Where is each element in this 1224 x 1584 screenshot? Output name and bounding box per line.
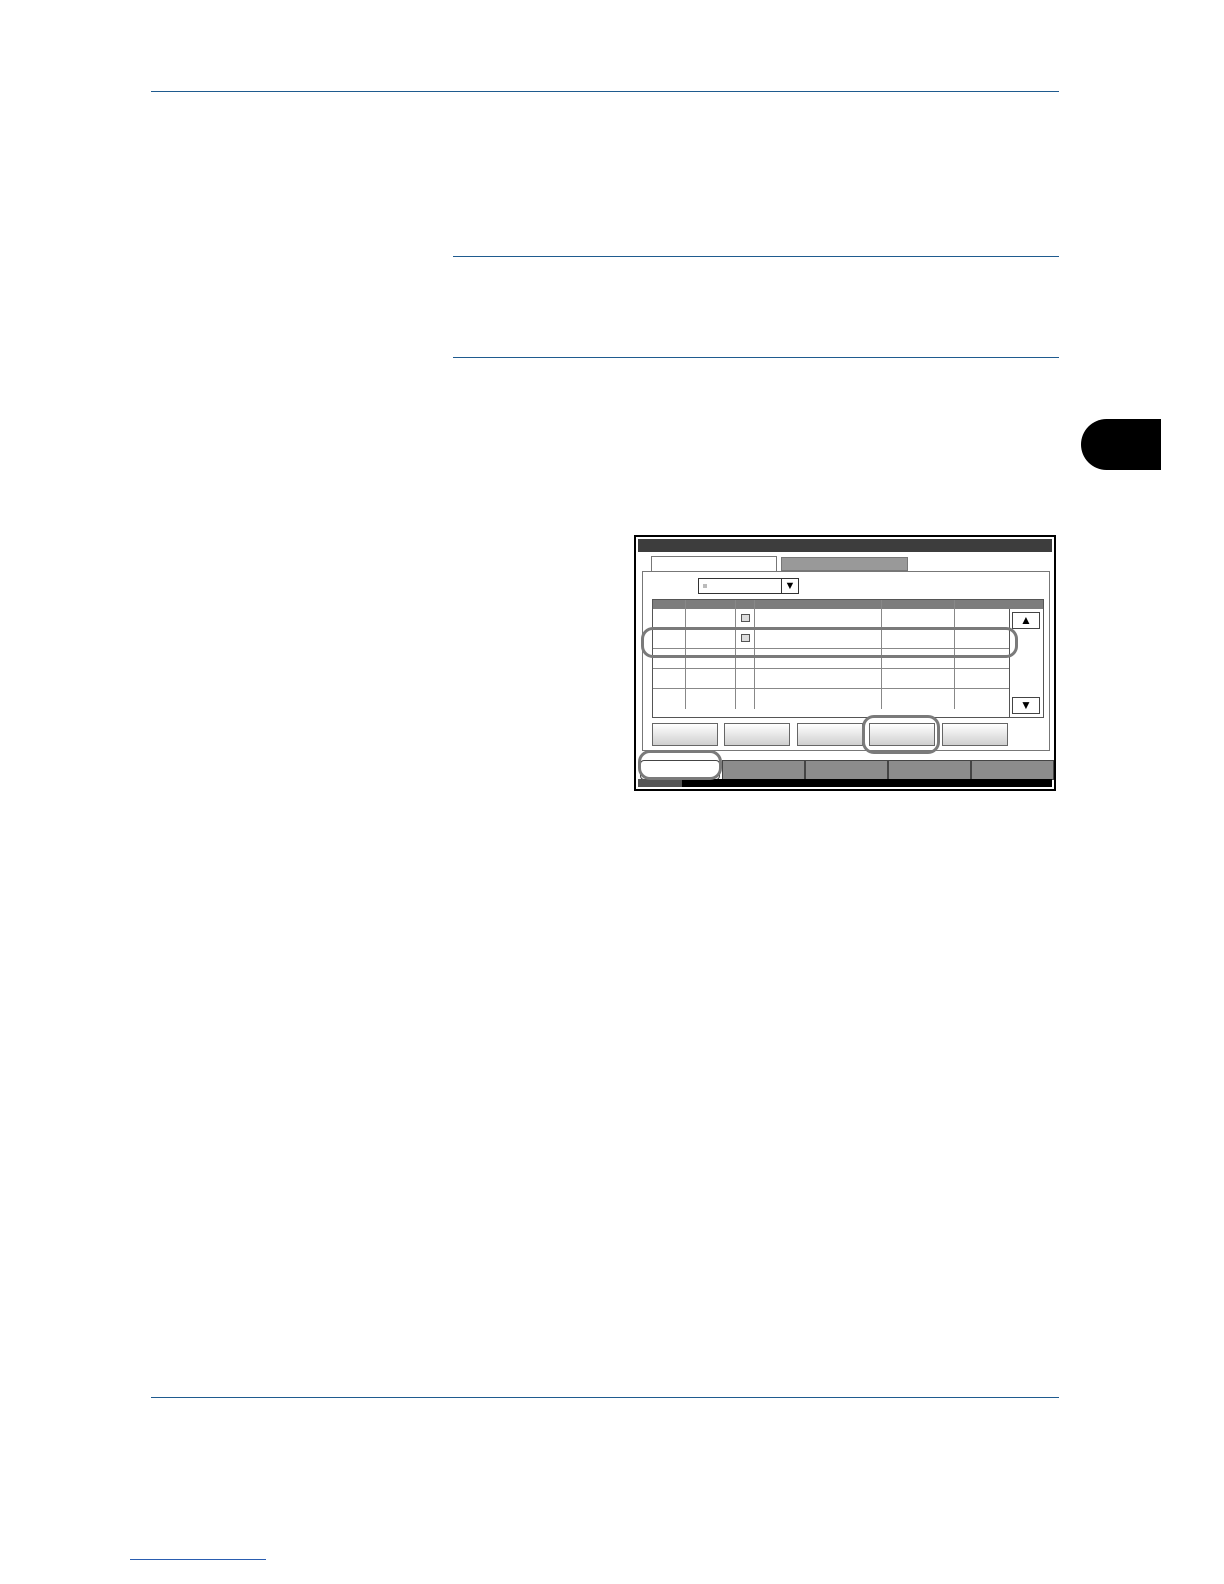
table-row[interactable] — [653, 609, 1010, 629]
bottom-tab-5[interactable] — [971, 760, 1054, 780]
action-button-2[interactable] — [724, 723, 790, 746]
operation-panel-screenshot: ▼ ▲ ▼ — [634, 535, 1056, 791]
table-scrollbar[interactable]: ▲ ▼ — [1009, 609, 1043, 717]
tab-status-active[interactable] — [651, 556, 777, 572]
highlight-action-button — [862, 715, 940, 754]
action-button-3[interactable] — [797, 723, 863, 746]
job-type-dropdown[interactable]: ▼ — [698, 578, 799, 594]
dropdown-bullet-icon — [703, 584, 707, 588]
table-row[interactable] — [653, 669, 1010, 689]
header-rule — [151, 91, 1059, 92]
note-top-rule — [453, 256, 1059, 257]
panel-title-bar — [638, 539, 1052, 552]
highlight-selected-row — [641, 627, 1018, 658]
job-table: ▲ ▼ — [652, 599, 1044, 718]
footer-link-underline[interactable] — [130, 1559, 266, 1560]
action-button-5[interactable] — [942, 723, 1008, 746]
footer-rule — [151, 1397, 1059, 1398]
scroll-up-icon[interactable]: ▲ — [1012, 612, 1040, 629]
bottom-tab-2[interactable] — [722, 760, 805, 780]
chapter-tab-marker — [1081, 419, 1161, 470]
bottom-tab-3[interactable] — [805, 760, 888, 780]
status-bar — [638, 779, 1052, 787]
tab-status-inactive[interactable] — [781, 557, 908, 571]
dropdown-arrow-icon[interactable]: ▼ — [781, 579, 798, 593]
action-button-1[interactable] — [652, 723, 718, 746]
table-row[interactable] — [653, 689, 1010, 709]
fax-job-icon — [741, 614, 750, 622]
highlight-bottom-tab — [638, 750, 722, 780]
bottom-tab-4[interactable] — [888, 760, 971, 780]
status-bar-segment — [638, 779, 682, 787]
scroll-down-icon[interactable]: ▼ — [1012, 697, 1040, 714]
job-table-header — [653, 600, 1043, 609]
note-bottom-rule — [453, 357, 1059, 358]
